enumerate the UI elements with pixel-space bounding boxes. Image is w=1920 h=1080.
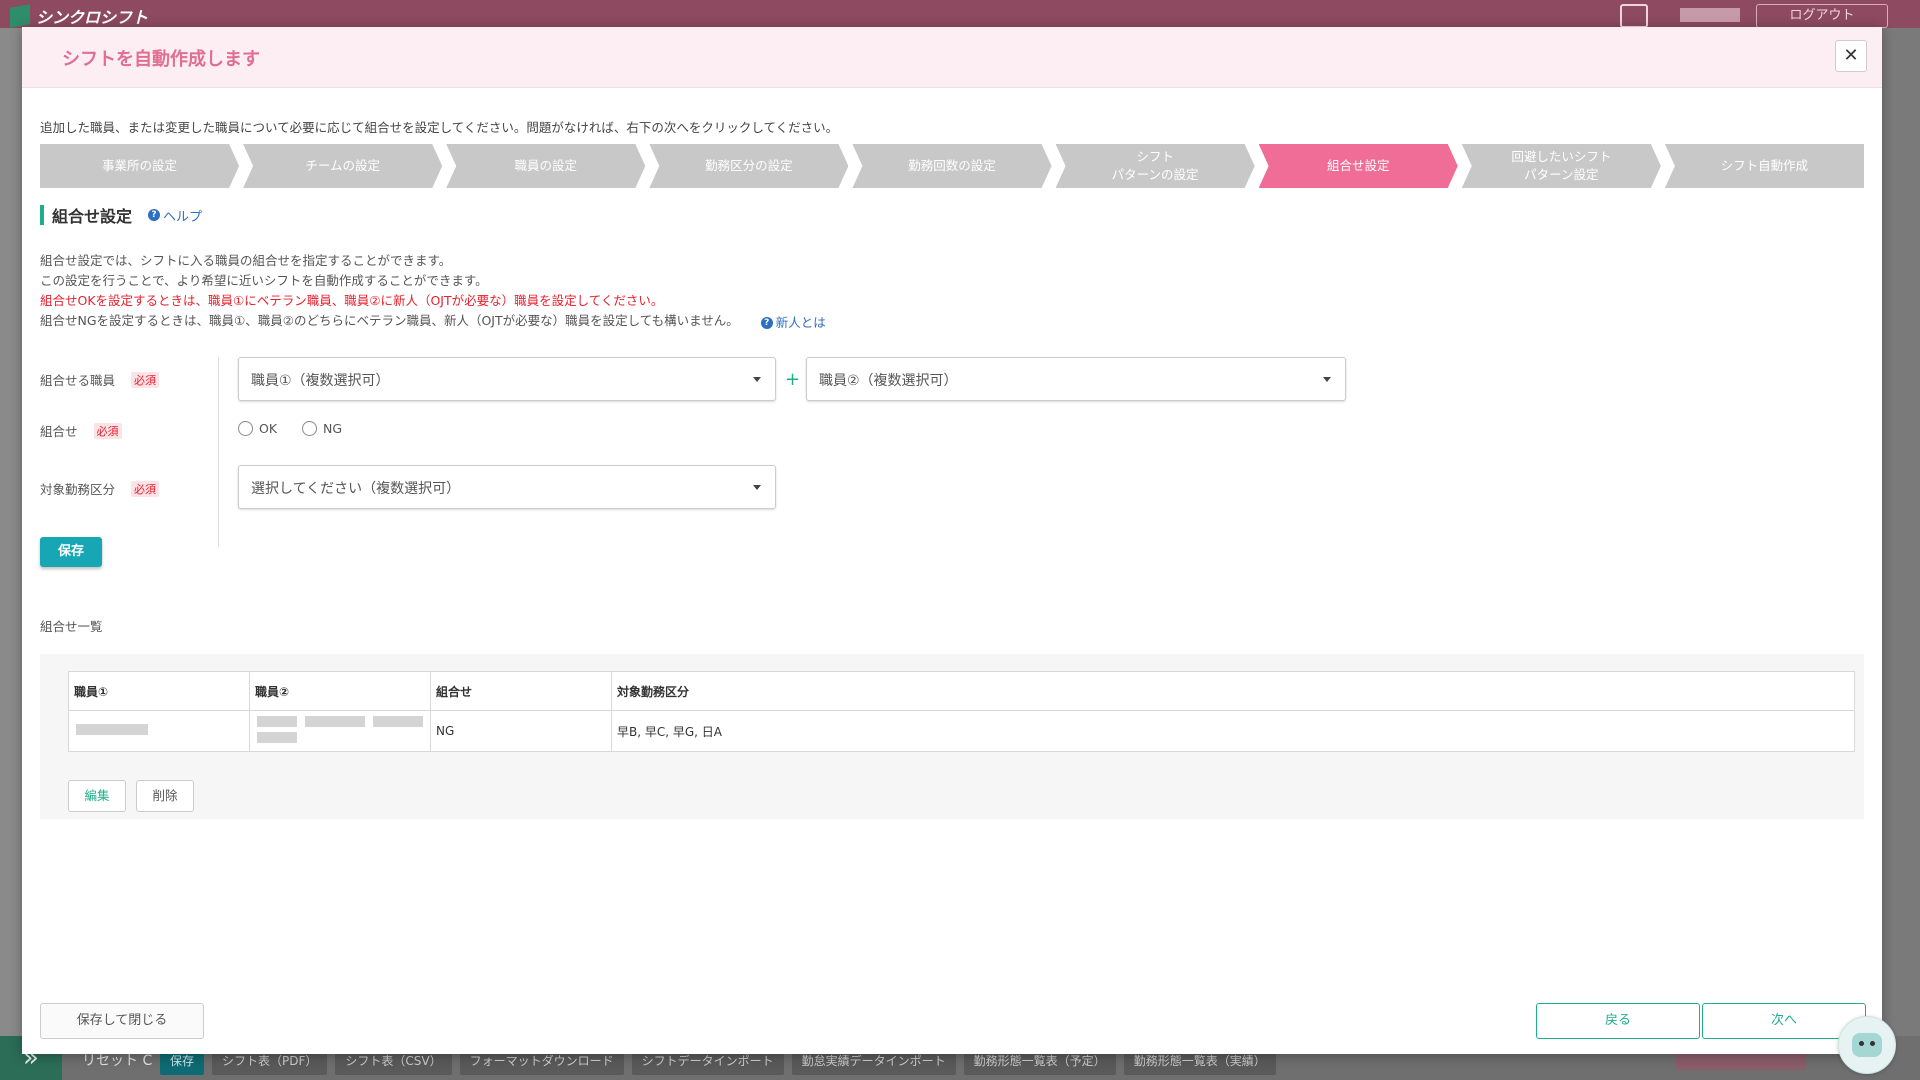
save-and-close-button[interactable]: 保存して閉じる bbox=[40, 1003, 204, 1039]
desc-line-2: この設定を行うことで、より希望に近いシフトを自動作成することができます。 bbox=[40, 273, 488, 288]
table-row[interactable]: NG 早B, 早C, 早G, 日A bbox=[68, 710, 1855, 752]
chat-support-button[interactable] bbox=[1838, 1016, 1896, 1074]
step-team[interactable]: チームの設定 bbox=[243, 144, 442, 188]
staff2-select[interactable]: 職員②（複数選択可） bbox=[806, 357, 1346, 401]
dropdown-arrow-icon bbox=[753, 377, 761, 382]
combo-field-label: 組合せ 必須 bbox=[40, 421, 122, 440]
modal-title: シフトを自動作成します bbox=[62, 49, 260, 70]
calendar-icon[interactable] bbox=[1620, 4, 1648, 28]
delete-button[interactable]: 削除 bbox=[136, 780, 194, 812]
app-header: シンクロシフト ログアウト bbox=[0, 0, 1920, 28]
save-button[interactable]: 保存 bbox=[40, 537, 102, 567]
section-accent-bar bbox=[40, 205, 44, 225]
modal-header: シフトを自動作成します ✕ bbox=[22, 27, 1882, 88]
combination-list-panel: 職員① 職員② 組合せ 対象勤務区分 NG 早B, 早C, 早G, 日A 編集 … bbox=[40, 654, 1864, 819]
ok-radio[interactable]: OK bbox=[238, 421, 277, 436]
redacted-text bbox=[76, 724, 148, 735]
step-auto-create[interactable]: シフト自動作成 bbox=[1664, 144, 1864, 188]
plus-icon: + bbox=[785, 369, 801, 390]
cell-shift-type: 早B, 早C, 早G, 日A bbox=[611, 710, 1855, 752]
step-avoid-pattern[interactable]: 回避したいシフト パターン設定 bbox=[1462, 144, 1661, 188]
required-badge: 必須 bbox=[131, 480, 160, 497]
form-divider bbox=[218, 357, 219, 547]
desc-line-4: 組合せNGを設定するときは、職員①、職員②のどちらにベテラン職員、新人（OJTが… bbox=[40, 311, 826, 333]
help-link[interactable]: ? ヘルプ bbox=[148, 206, 202, 225]
desc-line-3-warning: 組合せOKを設定するときは、職員①にベテラン職員、職員②に新人（OJTが必要な）… bbox=[40, 293, 664, 308]
staff-field-label: 組合せる職員 必須 bbox=[40, 370, 160, 389]
section-title: 組合せ設定 bbox=[52, 207, 133, 226]
header-combo: 組合せ bbox=[430, 671, 612, 711]
required-badge: 必須 bbox=[93, 422, 122, 439]
radio-circle[interactable] bbox=[302, 421, 317, 436]
header-staff2: 職員② bbox=[249, 671, 431, 711]
redacted-text bbox=[304, 716, 365, 727]
newcomer-help-label: 新人とは bbox=[775, 315, 826, 330]
header-shift-type: 対象勤務区分 bbox=[611, 671, 1855, 711]
dropdown-arrow-icon bbox=[1323, 377, 1331, 382]
step-shift-type[interactable]: 勤務区分の設定 bbox=[649, 144, 848, 188]
auto-shift-modal: シフトを自動作成します ✕ 追加した職員、または変更した職員について必要に応じて… bbox=[22, 27, 1882, 1054]
robot-icon bbox=[1852, 1033, 1882, 1057]
step-combination[interactable]: 組合せ設定 bbox=[1259, 144, 1458, 188]
overlay-right bbox=[1880, 28, 1920, 1080]
shift-field-label: 対象勤務区分 必須 bbox=[40, 479, 160, 498]
redacted-text bbox=[257, 732, 297, 743]
cell-combo: NG bbox=[430, 710, 612, 752]
required-badge: 必須 bbox=[131, 371, 160, 388]
combination-table: 職員① 職員② 組合せ 対象勤務区分 NG 早B, 早C, 早G, 日A bbox=[68, 671, 1855, 752]
step-shift-count[interactable]: 勤務回数の設定 bbox=[852, 144, 1051, 188]
back-button[interactable]: 戻る bbox=[1536, 1003, 1700, 1039]
step-progress: 事業所の設定 チームの設定 職員の設定 勤務区分の設定 勤務回数の設定 シフトパ… bbox=[40, 144, 1864, 188]
user-name bbox=[1680, 8, 1740, 22]
redacted-text bbox=[257, 716, 297, 727]
shift-type-select[interactable]: 選択してください（複数選択可） bbox=[238, 465, 776, 509]
logo-icon bbox=[10, 4, 30, 28]
newcomer-help-link[interactable]: ? 新人とは bbox=[760, 313, 826, 333]
desc-line-1: 組合せ設定では、シフトに入る職員の組合せを指定することができます。 bbox=[40, 253, 452, 268]
close-icon: ✕ bbox=[1843, 45, 1859, 66]
question-icon: ? bbox=[148, 209, 161, 221]
dropdown-arrow-icon bbox=[753, 485, 761, 490]
close-button[interactable]: ✕ bbox=[1835, 40, 1867, 72]
header-staff1: 職員① bbox=[68, 671, 250, 711]
radio-circle[interactable] bbox=[238, 421, 253, 436]
list-title: 組合せ一覧 bbox=[40, 619, 103, 634]
redacted-text bbox=[372, 716, 423, 727]
cell-staff1 bbox=[68, 710, 250, 752]
ng-radio[interactable]: NG bbox=[302, 421, 342, 436]
step-shift-pattern[interactable]: シフト パターンの設定 bbox=[1056, 144, 1255, 188]
app-logo: シンクロシフト bbox=[10, 4, 148, 28]
cell-staff2 bbox=[249, 710, 431, 752]
logout-button[interactable]: ログアウト bbox=[1756, 4, 1888, 28]
section-header: 組合せ設定 ? ヘルプ bbox=[40, 203, 202, 227]
intro-text: 追加した職員、または変更した職員について必要に応じて組合せを設定してください。問… bbox=[40, 120, 839, 135]
edit-button[interactable]: 編集 bbox=[68, 780, 126, 812]
step-office[interactable]: 事業所の設定 bbox=[40, 144, 239, 188]
staff1-select[interactable]: 職員①（複数選択可） bbox=[238, 357, 776, 401]
description: 組合せ設定では、シフトに入る職員の組合せを指定することができます。 この設定を行… bbox=[40, 251, 826, 333]
brand-name: シンクロシフト bbox=[36, 8, 149, 27]
help-label: ヘルプ bbox=[163, 209, 203, 225]
step-staff[interactable]: 職員の設定 bbox=[446, 144, 645, 188]
question-icon: ? bbox=[760, 317, 773, 329]
